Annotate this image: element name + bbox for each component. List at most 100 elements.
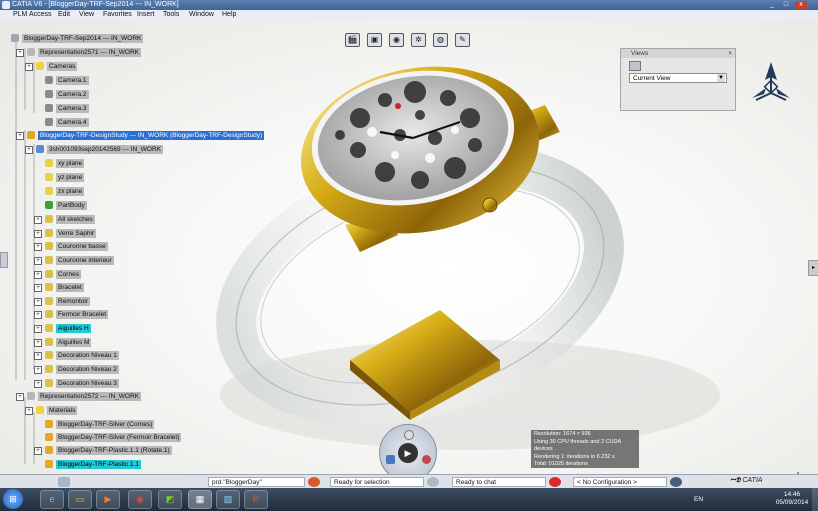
- tree-node-label[interactable]: Camera.4: [56, 118, 89, 127]
- expand-icon[interactable]: +: [25, 63, 33, 71]
- render-option-icon[interactable]: [404, 430, 414, 440]
- tree-node-label[interactable]: BloggerDay-TRF-Plastic.1.1 (Rotate.1): [56, 446, 172, 455]
- tree-node-label[interactable]: Decoration Niveau 3: [56, 379, 119, 388]
- image-icon[interactable]: ▣: [367, 33, 382, 47]
- tree-node-label[interactable]: Couronne basse: [56, 242, 108, 251]
- tree-node-label[interactable]: BloggerDay-TRF-Silver (Cornes): [56, 420, 155, 429]
- tree-node-label[interactable]: Representation2572 --- IN_WORK: [38, 392, 141, 401]
- menu-favorites[interactable]: Favorites: [103, 11, 132, 18]
- tree-node-label[interactable]: Materials: [47, 406, 78, 415]
- expand-icon[interactable]: +: [25, 407, 33, 415]
- expand-icon[interactable]: +: [34, 447, 42, 455]
- expand-icon[interactable]: +: [16, 132, 24, 140]
- tools-icon[interactable]: [308, 477, 320, 487]
- media-player-icon[interactable]: ▶: [96, 490, 120, 509]
- tree-node-label[interactable]: BloggerDay-TRF-Silver (Fermoir Bracelet): [56, 433, 182, 442]
- expand-icon[interactable]: +: [34, 298, 42, 306]
- tree-node-label[interactable]: 3sh001093sep20142569 --- IN_WORK: [47, 145, 164, 154]
- expand-icon[interactable]: +: [34, 216, 42, 224]
- powerpoint-icon[interactable]: P: [244, 490, 268, 509]
- expand-icon[interactable]: +: [34, 271, 42, 279]
- tree-node-label[interactable]: BloggerDay-TRF-DesignStudy --- IN_WORK (…: [38, 131, 265, 140]
- expand-icon[interactable]: +: [34, 311, 42, 319]
- tree-node-label[interactable]: Cameras: [47, 62, 78, 71]
- render-settings-icon[interactable]: [386, 455, 395, 464]
- expand-icon[interactable]: +: [34, 366, 42, 374]
- expand-icon[interactable]: +: [34, 243, 42, 251]
- paint-icon[interactable]: ▨: [216, 490, 240, 509]
- menu-help[interactable]: Help: [222, 11, 236, 18]
- menu-plm-access[interactable]: PLM Access: [13, 11, 52, 18]
- expand-icon[interactable]: +: [16, 393, 24, 401]
- ruler-icon[interactable]: ✎: [455, 33, 470, 47]
- render-control-wheel[interactable]: ▶: [379, 424, 437, 474]
- render-stop-icon[interactable]: [422, 455, 431, 464]
- nvidia-icon[interactable]: ◩: [158, 490, 182, 509]
- menu-window[interactable]: Window: [189, 11, 214, 18]
- close-icon[interactable]: ×: [728, 49, 732, 58]
- tree-node-label[interactable]: Aiguilles H: [56, 324, 91, 333]
- tree-node-label[interactable]: yz plane: [56, 173, 85, 182]
- tree-node-label[interactable]: Camera.1: [56, 76, 89, 85]
- expand-icon[interactable]: +: [25, 146, 33, 154]
- tree-node-label[interactable]: Camera.3: [56, 104, 89, 113]
- camera-icon[interactable]: ◉: [389, 33, 404, 47]
- tree-node-label[interactable]: BloggerDay-TRF-Plastic.1.1: [56, 460, 141, 469]
- tree-node-label[interactable]: Camera.2: [56, 90, 89, 99]
- tree-node-label[interactable]: Couronne interieur: [56, 256, 114, 265]
- v6-icon[interactable]: [58, 477, 70, 487]
- explorer-icon[interactable]: ▭: [68, 490, 92, 509]
- configuration-icon[interactable]: [549, 477, 561, 487]
- expand-icon[interactable]: +: [34, 325, 42, 333]
- menu-insert[interactable]: Insert: [137, 11, 155, 18]
- menu-tools[interactable]: Tools: [163, 11, 179, 18]
- compass-icon[interactable]: [748, 60, 794, 106]
- expand-icon[interactable]: +: [34, 284, 42, 292]
- expand-icon[interactable]: +: [34, 380, 42, 388]
- left-collapse-tab[interactable]: [0, 252, 8, 268]
- tree-node-label[interactable]: zx plane: [56, 187, 85, 196]
- chrome-icon[interactable]: ◉: [128, 490, 152, 509]
- tree-node-label[interactable]: Cornes: [56, 270, 81, 279]
- expand-icon[interactable]: +: [34, 230, 42, 238]
- minimize-button[interactable]: _: [766, 1, 778, 9]
- tree-node-label[interactable]: xy plane: [56, 159, 85, 168]
- tree-node-label[interactable]: Remontoir: [56, 297, 90, 306]
- tree-node-label[interactable]: Fermoir Bracelet: [56, 310, 109, 319]
- start-button[interactable]: ⊞: [3, 489, 23, 509]
- tree-node-label[interactable]: Decoration Niveau 1: [56, 351, 119, 360]
- restore-button[interactable]: □: [780, 1, 792, 9]
- right-panel-tab[interactable]: ▸: [808, 260, 818, 276]
- 3d-viewport[interactable]: BloggerDay-TRF-Sep2014 --- IN_WORK + Repre…: [0, 20, 818, 474]
- play-button[interactable]: ▶: [398, 443, 418, 463]
- tree-node-label[interactable]: BloggerDay-TRF-Sep2014 --- IN_WORK: [22, 34, 144, 43]
- compass-mini-icon[interactable]: [670, 477, 682, 487]
- settings-icon[interactable]: ✲: [411, 33, 426, 47]
- tree-node-label[interactable]: All sketches: [56, 215, 95, 224]
- view-select[interactable]: Current View ▼: [629, 73, 727, 83]
- configuration-select[interactable]: < No Configuration >: [573, 477, 667, 487]
- chat-icon[interactable]: [427, 477, 439, 487]
- menu-edit[interactable]: Edit: [58, 11, 70, 18]
- ie-icon[interactable]: e: [40, 490, 64, 509]
- tree-node-label[interactable]: Bracelet: [56, 283, 84, 292]
- expand-icon[interactable]: +: [34, 352, 42, 360]
- clapper-icon[interactable]: 🎬: [345, 33, 360, 47]
- command-input[interactable]: prd."BloggerDay": [208, 477, 305, 487]
- language-indicator[interactable]: EN: [694, 496, 703, 503]
- expand-icon[interactable]: +: [34, 339, 42, 347]
- tree-node-label[interactable]: Decoration Niveau 2: [56, 365, 119, 374]
- expand-icon[interactable]: +: [16, 49, 24, 57]
- tree-node-label[interactable]: Representation2571 --- IN_WORK: [38, 48, 141, 57]
- tree-node-label[interactable]: Verre Saphir: [56, 229, 97, 238]
- clock[interactable]: 14:46 05/09/2014: [770, 491, 814, 507]
- catia-icon[interactable]: ▦: [188, 490, 212, 509]
- close-button[interactable]: x: [795, 1, 807, 9]
- tree-node-label[interactable]: PartBody: [56, 201, 87, 210]
- menu-view[interactable]: View: [79, 11, 94, 18]
- expand-icon[interactable]: +: [34, 257, 42, 265]
- catia-app-icon[interactable]: [2, 1, 10, 9]
- tree-node-label[interactable]: Aiguilles M: [56, 338, 92, 347]
- show-desktop-button[interactable]: [812, 488, 818, 511]
- chevron-down-icon[interactable]: ▼: [717, 74, 725, 82]
